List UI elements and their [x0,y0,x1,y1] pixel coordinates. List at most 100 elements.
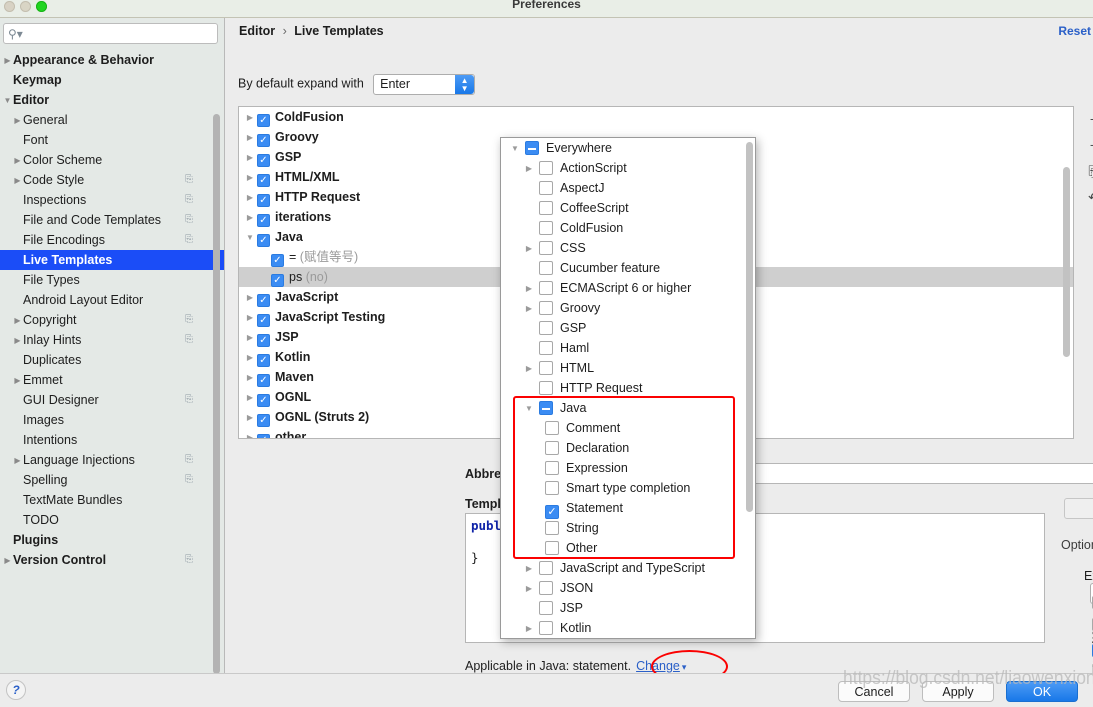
chevron-right-icon[interactable]: ▶ [519,239,539,259]
context-popup-row[interactable]: String [501,518,755,538]
sidebar-item-appearance-behavior[interactable]: ▶ Appearance & Behavior [0,50,224,70]
sidebar-item-spelling[interactable]: Spelling ⎘ [0,470,224,490]
remove-icon[interactable]: − [1082,132,1093,158]
chevron-right-icon[interactable]: ▶ [12,311,23,331]
checkbox-on[interactable]: ✓ [257,374,270,387]
checkbox-off[interactable] [539,621,553,635]
sidebar-item-file-encodings[interactable]: File Encodings ⎘ [0,230,224,250]
context-popup-row[interactable]: Smart type completion [501,478,755,498]
templates-toolbar[interactable]: +−⎘↶ [1082,106,1093,439]
sidebar-item-keymap[interactable]: Keymap [0,70,224,90]
context-popup-row[interactable]: ▶ JSON [501,578,755,598]
sidebar-item-file-and-code-templates[interactable]: File and Code Templates ⎘ [0,210,224,230]
chevron-right-icon[interactable]: ▶ [519,279,539,299]
edit-variables-button[interactable]: Edit variables [1064,498,1093,519]
copy-settings-icon[interactable]: ⎘ [185,334,196,345]
add-icon[interactable]: + [1082,106,1093,132]
sidebar-item-inspections[interactable]: Inspections ⎘ [0,190,224,210]
chevron-right-icon[interactable]: ▶ [519,579,539,599]
context-popup-row[interactable]: ▶ Groovy [501,298,755,318]
templates-tree-scrollbar[interactable] [1063,167,1070,357]
context-popup-row[interactable]: JSP [501,598,755,618]
chevron-right-icon[interactable]: ▶ [243,208,257,228]
context-popup-row[interactable]: Haml [501,338,755,358]
checkbox-off[interactable] [539,341,553,355]
checkbox-off[interactable] [539,261,553,275]
checkbox-on[interactable]: ✓ [257,154,270,167]
sidebar-item-color-scheme[interactable]: ▶ Color Scheme [0,150,224,170]
checkbox-off[interactable] [539,601,553,615]
checkbox-on[interactable]: ✓ [545,505,559,519]
checkbox-off[interactable] [545,441,559,455]
chevron-down-icon[interactable]: ▼ [2,91,13,111]
checkbox-on[interactable]: ✓ [257,234,270,247]
checkbox-off[interactable] [545,461,559,475]
copy-settings-icon[interactable]: ⎘ [185,174,196,185]
checkbox-off[interactable] [539,221,553,235]
chevron-right-icon[interactable]: ▶ [2,551,13,571]
chevron-right-icon[interactable]: ▶ [519,159,539,179]
checkbox-on[interactable]: ✓ [271,254,284,267]
checkbox-on[interactable]: ✓ [257,214,270,227]
reset-link[interactable]: Reset [1058,24,1091,38]
sidebar-item-intentions[interactable]: Intentions [0,430,224,450]
context-popup-row[interactable]: CoffeeScript [501,198,755,218]
checkbox-off[interactable] [539,281,553,295]
sidebar-item-images[interactable]: Images [0,410,224,430]
sidebar-item-todo[interactable]: TODO [0,510,224,530]
cancel-button[interactable]: Cancel [838,681,910,702]
sidebar-item-copyright[interactable]: ▶ Copyright ⎘ [0,310,224,330]
chevron-right-icon[interactable]: ▶ [243,408,257,428]
checkbox-on[interactable]: ✓ [257,294,270,307]
sidebar-item-android-layout-editor[interactable]: Android Layout Editor [0,290,224,310]
sidebar-item-file-types[interactable]: File Types [0,270,224,290]
sidebar-scrollbar[interactable] [213,114,220,674]
default-expand-select[interactable]: Enter ▲ ▼ [373,74,476,95]
checkbox-on[interactable]: ✓ [257,434,270,438]
chevron-right-icon[interactable]: ▶ [243,388,257,408]
checkbox-on[interactable]: ✓ [271,274,284,287]
search-input[interactable] [25,25,215,43]
chevron-right-icon[interactable]: ▶ [243,288,257,308]
chevron-right-icon[interactable]: ▶ [243,308,257,328]
chevron-right-icon[interactable]: ▶ [519,359,539,379]
chevron-right-icon[interactable]: ▶ [12,451,23,471]
checkbox-on[interactable]: ✓ [257,194,270,207]
chevron-down-icon[interactable]: ▼ [505,139,525,159]
checkbox-on[interactable]: ✓ [257,134,270,147]
sidebar-item-code-style[interactable]: ▶ Code Style ⎘ [0,170,224,190]
chevron-right-icon[interactable]: ▶ [243,428,257,438]
chevron-right-icon[interactable]: ▶ [12,371,23,391]
chevron-right-icon[interactable]: ▶ [243,328,257,348]
context-popup-row[interactable]: ▶ CSS [501,238,755,258]
stepper-icon[interactable]: ▲ ▼ [455,75,475,94]
checkbox-off[interactable] [539,161,553,175]
checkbox-off[interactable] [539,581,553,595]
checkbox-on[interactable]: ✓ [257,314,270,327]
checkbox-off[interactable] [539,181,553,195]
copy-settings-icon[interactable]: ⎘ [185,554,196,565]
context-popup-row[interactable]: ▶ JavaScript and TypeScript [501,558,755,578]
chevron-right-icon[interactable]: ▶ [243,348,257,368]
checkbox-on[interactable]: ✓ [257,114,270,127]
checkbox-on[interactable]: ✓ [257,334,270,347]
sidebar-item-plugins[interactable]: Plugins [0,530,224,550]
context-popup-row[interactable]: ✓ Statement [501,498,755,519]
sidebar-item-editor[interactable]: ▼ Editor [0,90,224,110]
chevron-right-icon[interactable]: ▶ [243,168,257,188]
checkbox-off[interactable] [539,241,553,255]
checkbox-mixed[interactable] [525,141,539,155]
checkbox-off[interactable] [539,201,553,215]
copy-settings-icon[interactable]: ⎘ [185,394,196,405]
sidebar-item-duplicates[interactable]: Duplicates [0,350,224,370]
breadcrumb-root[interactable]: Editor [239,24,275,38]
change-link[interactable]: Change [636,659,680,673]
checkbox-on[interactable]: ✓ [257,394,270,407]
chevron-right-icon[interactable]: ▶ [12,171,23,191]
sidebar-item-language-injections[interactable]: ▶ Language Injections ⎘ [0,450,224,470]
context-popup-row[interactable]: HTTP Request [501,378,755,398]
revert-icon[interactable]: ↶ [1082,184,1093,210]
chevron-right-icon[interactable]: ▶ [519,299,539,319]
sidebar-item-textmate-bundles[interactable]: TextMate Bundles [0,490,224,510]
checkbox-off[interactable] [539,561,553,575]
